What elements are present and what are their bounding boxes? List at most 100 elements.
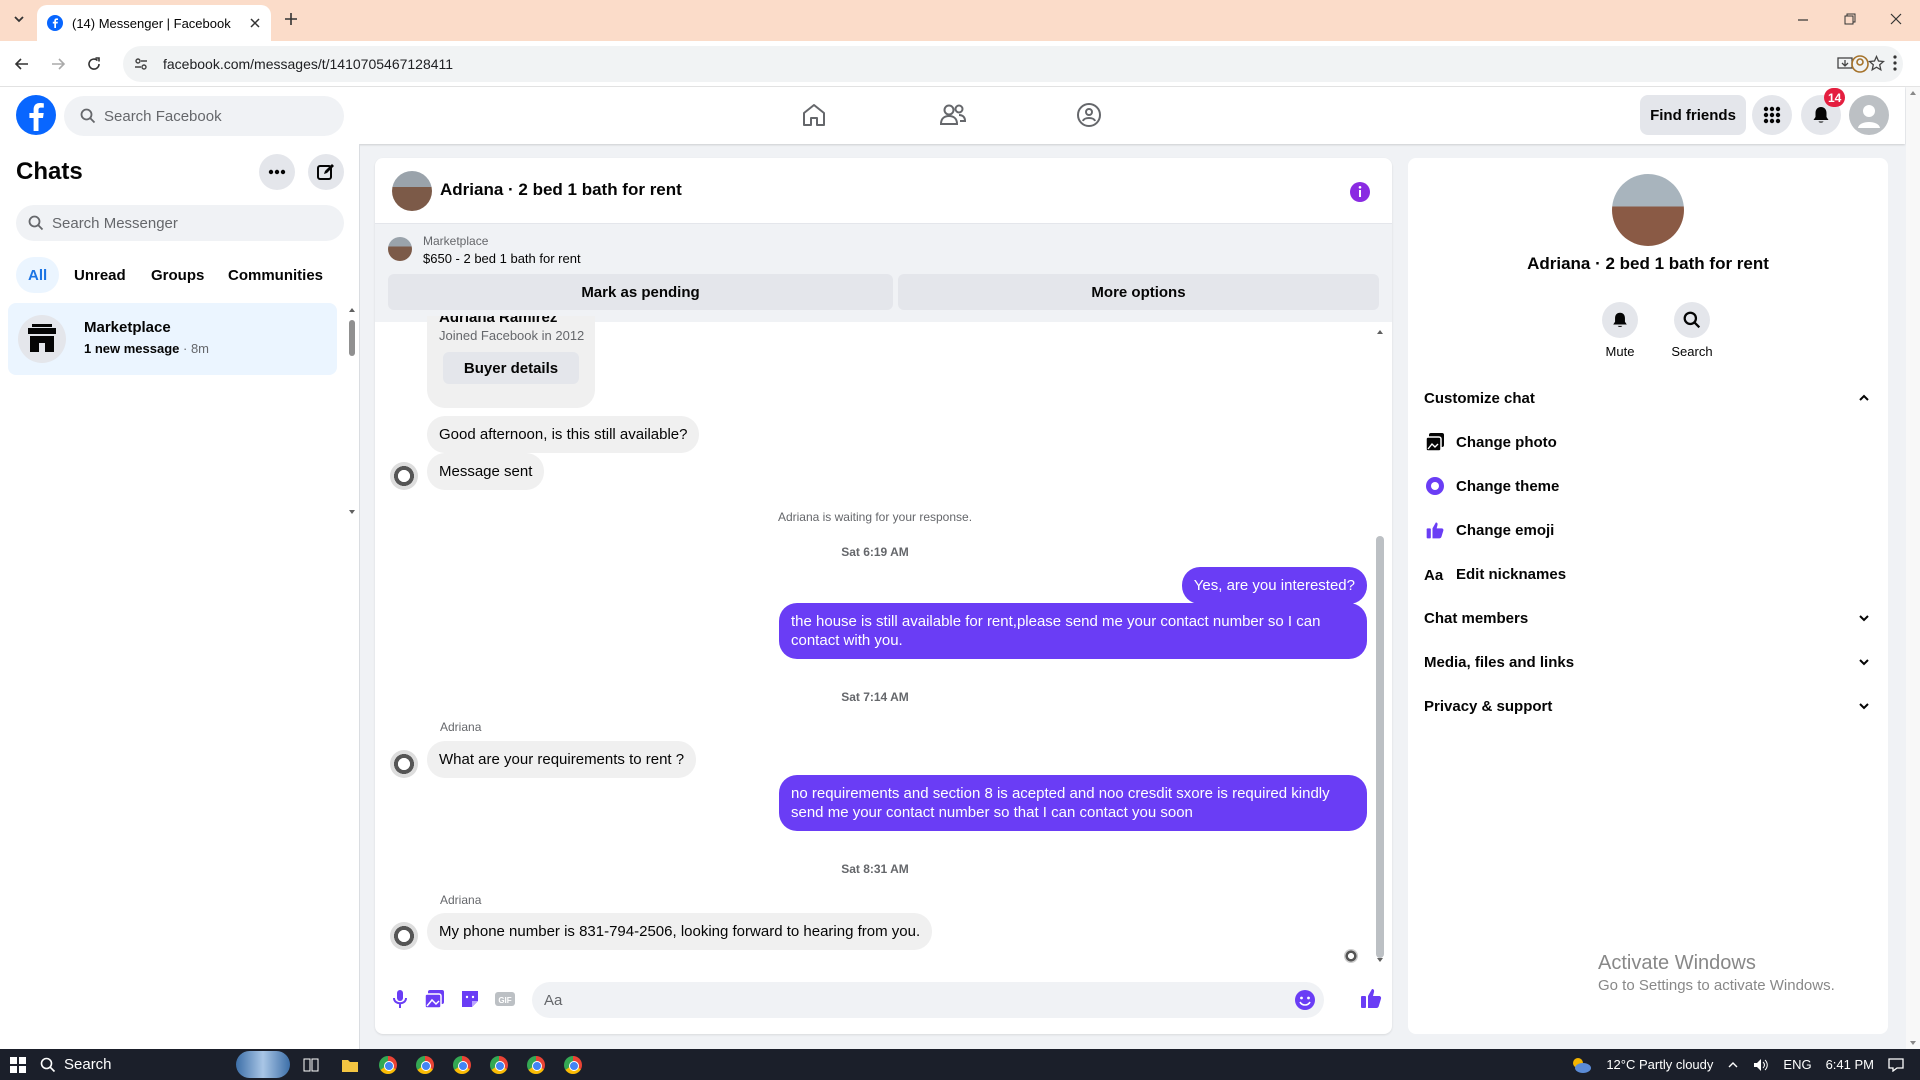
message-outgoing[interactable]: the house is still available for rent,pl…	[779, 603, 1367, 659]
change-photo-option[interactable]: Change photo	[1424, 424, 1557, 460]
more-options-button[interactable]: More options	[898, 274, 1379, 310]
filter-communities[interactable]: Communities	[216, 257, 335, 293]
home-icon[interactable]	[801, 102, 827, 128]
url-text: facebook.com/messages/t/1410705467128411	[163, 56, 454, 72]
edit-nicknames-option[interactable]: Aa Edit nicknames	[1424, 556, 1566, 592]
change-theme-option[interactable]: Change theme	[1424, 468, 1559, 504]
chrome-app-icon[interactable]	[527, 1056, 545, 1074]
conversation-name: Marketplace	[84, 319, 171, 336]
filter-all[interactable]: All	[16, 257, 60, 293]
chat-title[interactable]: Adriana · 2 bed 1 bath for rent	[440, 180, 682, 200]
message-incoming[interactable]: Good afternoon, is this still available?	[427, 416, 700, 453]
sender-avatar[interactable]	[390, 462, 418, 490]
messenger-search-input[interactable]: Search Messenger	[16, 205, 344, 241]
gif-icon[interactable]: GIF	[494, 988, 516, 1010]
file-explorer-icon[interactable]	[341, 1057, 359, 1073]
media-files-links-section[interactable]: Media, files and links	[1424, 644, 1872, 680]
language-indicator[interactable]: ENG	[1783, 1057, 1811, 1072]
chevron-down-icon	[1856, 698, 1872, 714]
task-view-icon[interactable]	[303, 1057, 319, 1073]
chrome-app-icon[interactable]	[416, 1056, 434, 1074]
customize-chat-section[interactable]: Customize chat	[1424, 380, 1872, 416]
taskbar-search-label: Search	[64, 1056, 112, 1073]
profile-icon[interactable]	[1851, 55, 1869, 73]
listing-thumbnail[interactable]	[388, 237, 412, 261]
timestamp: Sat 6:19 AM	[841, 545, 909, 559]
sticker-icon[interactable]	[459, 988, 481, 1010]
thread-scroll-thumb[interactable]	[1376, 536, 1384, 958]
listing-title[interactable]: $650 - 2 bed 1 bath for rent	[423, 251, 581, 266]
url-bar[interactable]: facebook.com/messages/t/1410705467128411	[123, 46, 1903, 82]
taskbar-search[interactable]: Search	[40, 1049, 112, 1080]
chat-members-section[interactable]: Chat members	[1424, 600, 1872, 636]
message-incoming[interactable]: My phone number is 831-794-2506, looking…	[427, 913, 933, 950]
sidebar-scrollbar[interactable]	[348, 306, 356, 516]
message-input-placeholder: Aa	[544, 991, 563, 1009]
chrome-app-icon-active[interactable]	[564, 1056, 582, 1074]
weather-icon[interactable]	[1570, 1056, 1592, 1074]
conversation-item-marketplace[interactable]: Marketplace 1 new message · 8m	[8, 303, 337, 375]
forward-icon[interactable]	[50, 56, 66, 72]
windows-start-icon[interactable]	[10, 1057, 26, 1073]
back-icon[interactable]	[14, 56, 30, 72]
facebook-logo-icon[interactable]	[16, 95, 56, 135]
like-thumb-icon[interactable]	[1359, 986, 1382, 1008]
info-icon[interactable]	[1349, 181, 1371, 203]
change-theme-label: Change theme	[1456, 477, 1560, 495]
close-window-icon[interactable]	[1890, 13, 1902, 25]
new-message-button[interactable]	[308, 154, 344, 190]
attach-photo-icon[interactable]	[424, 988, 446, 1010]
user-silhouette-icon	[1854, 100, 1884, 130]
change-emoji-option[interactable]: Change emoji	[1424, 512, 1554, 548]
emoji-icon[interactable]	[1294, 989, 1316, 1011]
chrome-app-icon[interactable]	[379, 1056, 397, 1074]
message-input[interactable]: Aa	[532, 982, 1324, 1018]
weather-text[interactable]: 12°C Partly cloudy	[1606, 1057, 1713, 1072]
minimize-icon[interactable]	[1797, 14, 1809, 26]
speaker-icon[interactable]	[1753, 1058, 1769, 1072]
account-avatar[interactable]	[1849, 95, 1889, 135]
tab-list-chevron-icon[interactable]	[12, 12, 26, 26]
facebook-search-input[interactable]: Search Facebook	[64, 96, 344, 136]
message-outgoing[interactable]: Yes, are you interested?	[1181, 567, 1367, 604]
chat-avatar[interactable]	[392, 171, 432, 211]
restore-icon[interactable]	[1844, 13, 1856, 25]
conversation-title: Adriana · 2 bed 1 bath for rent	[1527, 254, 1769, 273]
notification-center-icon[interactable]	[1888, 1057, 1904, 1072]
filter-unread[interactable]: Unread	[62, 257, 138, 293]
conversation-avatar[interactable]	[1612, 174, 1684, 246]
buyer-details-button[interactable]: Buyer details	[443, 352, 579, 384]
message-incoming[interactable]: Message sent	[427, 453, 545, 490]
browser-tab[interactable]: (14) Messenger | Facebook	[37, 5, 271, 41]
message-incoming[interactable]: What are your requirements to rent ?	[427, 741, 697, 778]
notifications-button[interactable]: 14	[1801, 88, 1846, 135]
tray-overflow-chevron-icon[interactable]	[1727, 1059, 1739, 1071]
chats-options-button[interactable]	[259, 154, 295, 190]
close-tab-icon[interactable]	[249, 17, 261, 29]
privacy-support-section[interactable]: Privacy & support	[1424, 688, 1872, 724]
chats-sidebar: Chats Search Messenger All Unread Groups…	[0, 144, 360, 1049]
bookmark-star-icon[interactable]	[1868, 55, 1885, 72]
groups-icon[interactable]	[1076, 102, 1102, 128]
microphone-icon[interactable]	[389, 988, 411, 1010]
clock[interactable]: 6:41 PM	[1826, 1057, 1874, 1072]
filter-groups[interactable]: Groups	[139, 257, 216, 293]
reload-icon[interactable]	[86, 56, 102, 72]
search-in-conversation-button[interactable]: Search	[1662, 302, 1722, 359]
new-tab-icon[interactable]	[284, 12, 298, 26]
mark-as-pending-button[interactable]: Mark as pending	[388, 274, 893, 310]
menu-grid-button[interactable]	[1752, 95, 1792, 135]
mute-button[interactable]: Mute	[1590, 302, 1650, 359]
find-friends-button[interactable]: Find friends	[1640, 95, 1746, 135]
message-outgoing[interactable]: no requirements and section 8 is acepted…	[779, 775, 1367, 831]
page-scrollbar[interactable]	[1906, 87, 1920, 1049]
chrome-app-icon[interactable]	[490, 1056, 508, 1074]
sender-avatar[interactable]	[390, 750, 418, 778]
friends-icon[interactable]	[939, 102, 967, 128]
buyer-card: Adriana Ramirez Joined Facebook in 2012 …	[427, 316, 595, 408]
sender-avatar[interactable]	[390, 922, 418, 950]
site-info-icon[interactable]	[133, 56, 149, 72]
browser-menu-icon[interactable]	[1893, 55, 1897, 71]
search-highlight-image[interactable]	[236, 1051, 290, 1078]
chrome-app-icon[interactable]	[453, 1056, 471, 1074]
